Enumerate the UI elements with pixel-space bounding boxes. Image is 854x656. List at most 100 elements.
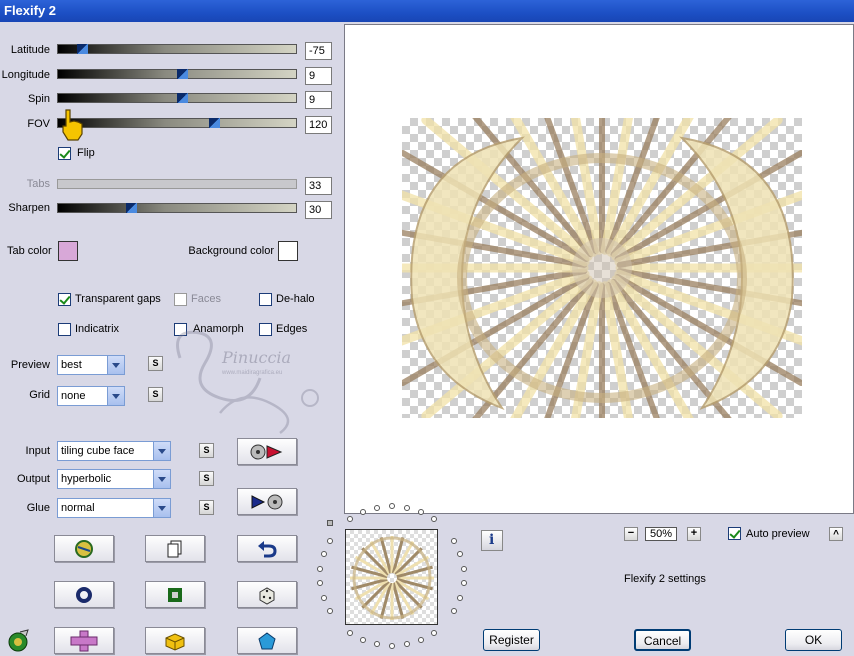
faces-checkbox[interactable]	[174, 293, 187, 306]
load-input-button[interactable]	[237, 438, 297, 465]
background-color-swatch[interactable]	[278, 241, 298, 261]
preview-select[interactable]: best	[57, 355, 125, 375]
zoom-in-button[interactable]: +	[687, 527, 701, 541]
slider-thumb[interactable]	[177, 93, 188, 103]
chevron-down-icon	[153, 470, 170, 488]
spin-value[interactable]: 9	[305, 91, 332, 109]
navigator-dot[interactable]	[418, 509, 425, 516]
navigator-dot[interactable]	[320, 594, 327, 601]
copy-button[interactable]	[145, 535, 205, 562]
grid-select[interactable]: none	[57, 386, 125, 406]
square-button[interactable]	[145, 581, 205, 608]
sharpen-value[interactable]: 30	[305, 201, 332, 219]
glue-select[interactable]: normal	[57, 498, 171, 518]
preview-s-button[interactable]: S	[148, 356, 163, 371]
sharpen-label: Sharpen	[8, 202, 50, 214]
thumbnail-preview[interactable]	[345, 529, 438, 625]
output-select[interactable]: hyperbolic	[57, 469, 171, 489]
slider-thumb[interactable]	[126, 203, 137, 213]
register-button[interactable]: Register	[483, 629, 540, 651]
sphere-button[interactable]	[54, 535, 114, 562]
fov-slider[interactable]	[57, 118, 297, 128]
navigator-dot[interactable]	[431, 629, 438, 636]
cancel-button[interactable]: Cancel	[634, 629, 691, 651]
navigator-dot[interactable]	[389, 503, 395, 509]
indicatrix-checkbox[interactable]	[58, 323, 71, 336]
navigator-corner[interactable]	[327, 520, 333, 526]
navigator-dot[interactable]	[317, 580, 324, 587]
collapse-button[interactable]: ^	[829, 527, 843, 541]
navigator-dot[interactable]	[457, 551, 464, 558]
info-button[interactable]	[481, 530, 503, 551]
cube-button[interactable]	[145, 627, 205, 654]
navigator-dot[interactable]	[320, 551, 327, 558]
flip-checkbox[interactable]	[58, 147, 71, 160]
tabs-value[interactable]: 33	[305, 177, 332, 195]
navigator-dot[interactable]	[403, 504, 410, 511]
chevron-down-icon	[153, 499, 170, 517]
auto-preview-checkbox[interactable]	[728, 527, 741, 540]
dehalo-checkbox[interactable]	[259, 293, 272, 306]
transparent-gaps-checkbox[interactable]	[58, 293, 71, 306]
latitude-value[interactable]: -75	[305, 42, 332, 60]
navigator-dot[interactable]	[418, 636, 425, 643]
input-label: Input	[25, 445, 50, 457]
tabs-slider[interactable]	[57, 179, 297, 189]
cross-icon	[70, 630, 98, 651]
navigator-dot[interactable]	[431, 516, 438, 523]
navigator-dot[interactable]	[389, 643, 395, 649]
flip-label: Flip	[77, 147, 95, 159]
grid-s-button[interactable]: S	[148, 387, 163, 402]
fov-value[interactable]: 120	[305, 116, 332, 134]
navigator-dot[interactable]	[403, 641, 410, 648]
disc-arrow-icon	[250, 444, 283, 459]
pentagon-button[interactable]	[237, 627, 297, 654]
zoom-level[interactable]: 50%	[645, 527, 677, 541]
settings-text: Flexify 2 settings	[624, 573, 706, 585]
slider-thumb[interactable]	[77, 44, 88, 54]
navigator-dot[interactable]	[317, 565, 324, 572]
slider-thumb[interactable]	[177, 69, 188, 79]
navigator-dot[interactable]	[374, 641, 381, 648]
navigator-dot[interactable]	[346, 629, 353, 636]
pentagon-icon	[258, 631, 276, 649]
undo-button[interactable]	[237, 535, 297, 562]
spin-label: Spin	[27, 93, 50, 105]
zoom-out-button[interactable]: −	[624, 527, 638, 541]
watermark-site: www.maidiragrafica.eu	[221, 370, 282, 376]
navigator-dot[interactable]	[326, 608, 333, 614]
save-output-button[interactable]	[237, 488, 297, 515]
latitude-label: Latitude	[10, 44, 50, 56]
navigator-dot[interactable]	[460, 565, 467, 572]
thumbnail-pattern	[350, 536, 434, 620]
navigator-dot[interactable]	[359, 636, 366, 643]
cross-button[interactable]	[54, 627, 114, 654]
navigator-dot[interactable]	[451, 608, 458, 614]
faces-label: Faces	[191, 293, 221, 305]
longitude-slider[interactable]	[57, 69, 297, 79]
ok-button[interactable]: OK	[785, 629, 842, 651]
sharpen-slider[interactable]	[57, 203, 297, 213]
navigator-dot[interactable]	[460, 580, 467, 587]
output-s-button[interactable]: S	[199, 471, 214, 486]
navigator-dot[interactable]	[346, 516, 353, 523]
ring-button[interactable]	[54, 581, 114, 608]
navigator-dot[interactable]	[326, 538, 333, 544]
glue-s-button[interactable]: S	[199, 500, 214, 515]
navigator-dot[interactable]	[451, 538, 458, 544]
random-button[interactable]	[237, 581, 297, 608]
preview-label: Preview	[10, 359, 50, 371]
tool-icon[interactable]	[6, 628, 32, 652]
navigator-dot[interactable]	[457, 594, 464, 601]
input-s-button[interactable]: S	[199, 443, 214, 458]
navigator-dot[interactable]	[359, 509, 366, 516]
spin-slider[interactable]	[57, 93, 297, 103]
input-select[interactable]: tiling cube face	[57, 441, 171, 461]
glue-select-value: normal	[61, 502, 95, 514]
dice-icon	[259, 586, 275, 605]
longitude-value[interactable]: 9	[305, 67, 332, 85]
slider-thumb[interactable]	[209, 118, 220, 128]
navigator-dot[interactable]	[374, 504, 381, 511]
latitude-slider[interactable]	[57, 44, 297, 54]
tab-color-swatch[interactable]	[58, 241, 78, 261]
